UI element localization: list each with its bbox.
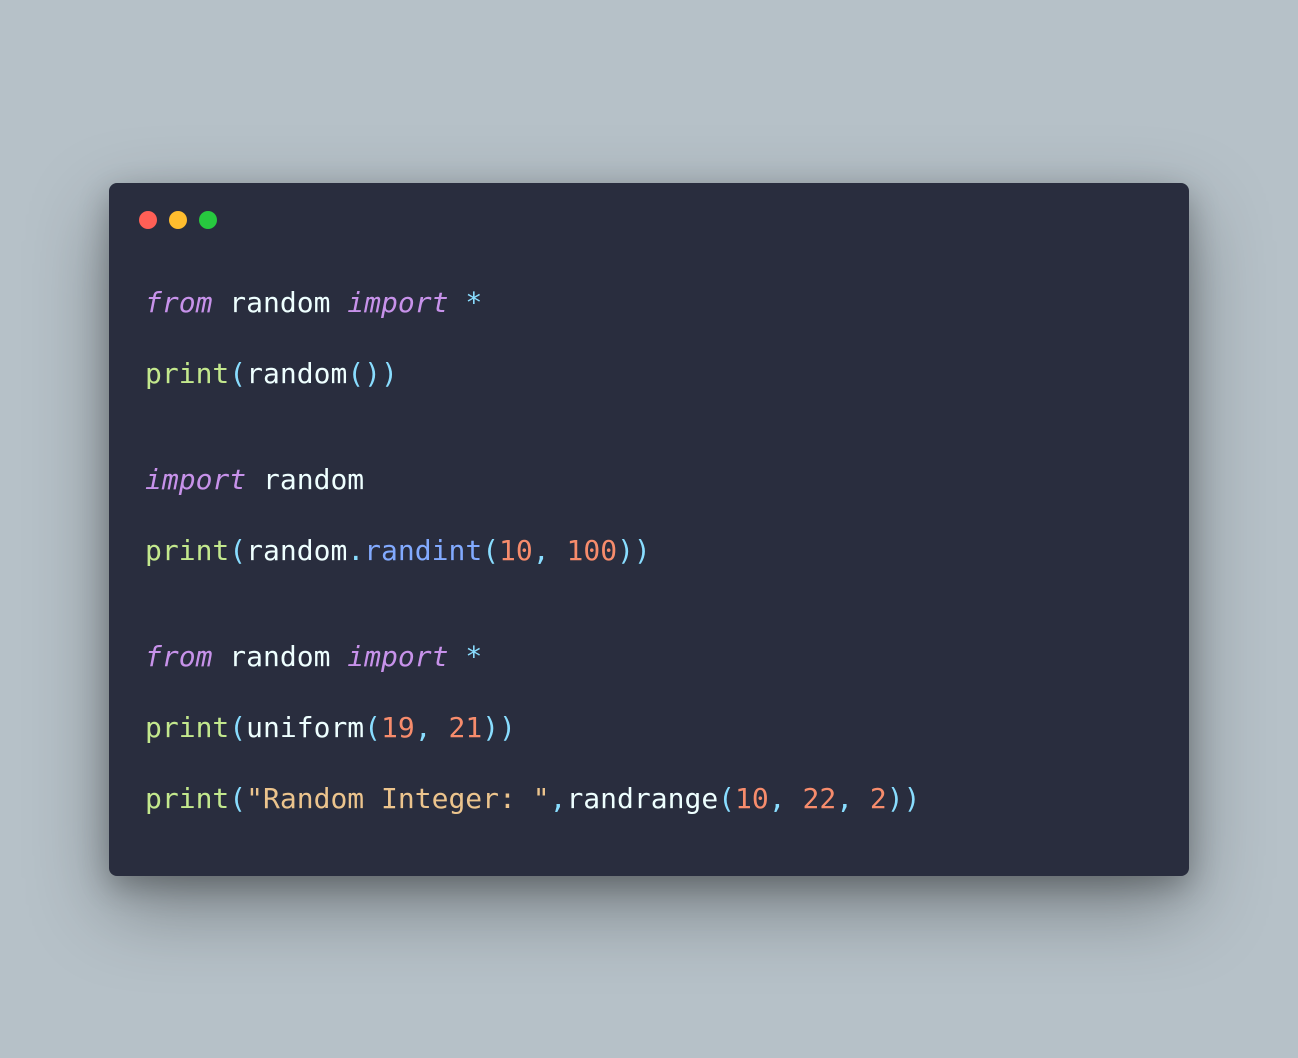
code-token: 2	[870, 782, 887, 815]
code-token: import	[347, 286, 448, 319]
code-token: (	[718, 782, 735, 815]
code-token: randint	[364, 534, 482, 567]
code-line: from random import *	[145, 639, 1153, 674]
code-token: import	[145, 463, 246, 496]
code-token: "Random Integer: "	[246, 782, 549, 815]
code-token: ,	[533, 534, 567, 567]
code-token: ))	[617, 534, 651, 567]
code-token: random	[212, 286, 347, 319]
code-token: .	[347, 534, 364, 567]
code-line: print(random())	[145, 356, 1153, 391]
code-token: (	[364, 711, 381, 744]
code-token: (	[229, 782, 246, 815]
code-token: uniform	[246, 711, 364, 744]
code-token	[448, 640, 465, 673]
code-token: ,	[769, 782, 803, 815]
code-line	[145, 428, 162, 461]
code-token: randrange	[566, 782, 718, 815]
traffic-lights	[139, 211, 1153, 229]
code-line: from random import *	[145, 285, 1153, 320]
code-line: import random	[145, 462, 1153, 497]
code-token: random	[212, 640, 347, 673]
code-token: ))	[887, 782, 921, 815]
code-token: print	[145, 782, 229, 815]
code-line: print(uniform(19, 21))	[145, 710, 1153, 745]
code-token: import	[347, 640, 448, 673]
code-token: from	[145, 286, 212, 319]
code-token: *	[465, 640, 482, 673]
code-token: random	[246, 463, 364, 496]
zoom-icon[interactable]	[199, 211, 217, 229]
close-icon[interactable]	[139, 211, 157, 229]
code-token: print	[145, 711, 229, 744]
code-token: 21	[448, 711, 482, 744]
code-token	[448, 286, 465, 319]
code-token: (	[229, 711, 246, 744]
code-token: 100	[566, 534, 617, 567]
code-token: (	[482, 534, 499, 567]
code-line: print("Random Integer: ",randrange(10, 2…	[145, 781, 1153, 816]
code-token: 10	[735, 782, 769, 815]
code-token: ,	[836, 782, 870, 815]
code-line	[145, 605, 162, 638]
code-token: 10	[499, 534, 533, 567]
code-editor-window: from random import *print(random()) impo…	[109, 183, 1189, 876]
code-token: ,	[550, 782, 567, 815]
code-token: print	[145, 357, 229, 390]
code-token: print	[145, 534, 229, 567]
code-line: print(random.randint(10, 100))	[145, 533, 1153, 568]
code-token: from	[145, 640, 212, 673]
code-token: ,	[415, 711, 449, 744]
code-block: from random import *print(random()) impo…	[145, 285, 1153, 816]
code-token: ))	[482, 711, 516, 744]
code-token: random	[246, 357, 347, 390]
code-token: *	[465, 286, 482, 319]
code-token: random	[246, 534, 347, 567]
code-token: 19	[381, 711, 415, 744]
code-token: 22	[802, 782, 836, 815]
minimize-icon[interactable]	[169, 211, 187, 229]
code-token: ())	[347, 357, 398, 390]
code-token: (	[229, 357, 246, 390]
code-token: (	[229, 534, 246, 567]
